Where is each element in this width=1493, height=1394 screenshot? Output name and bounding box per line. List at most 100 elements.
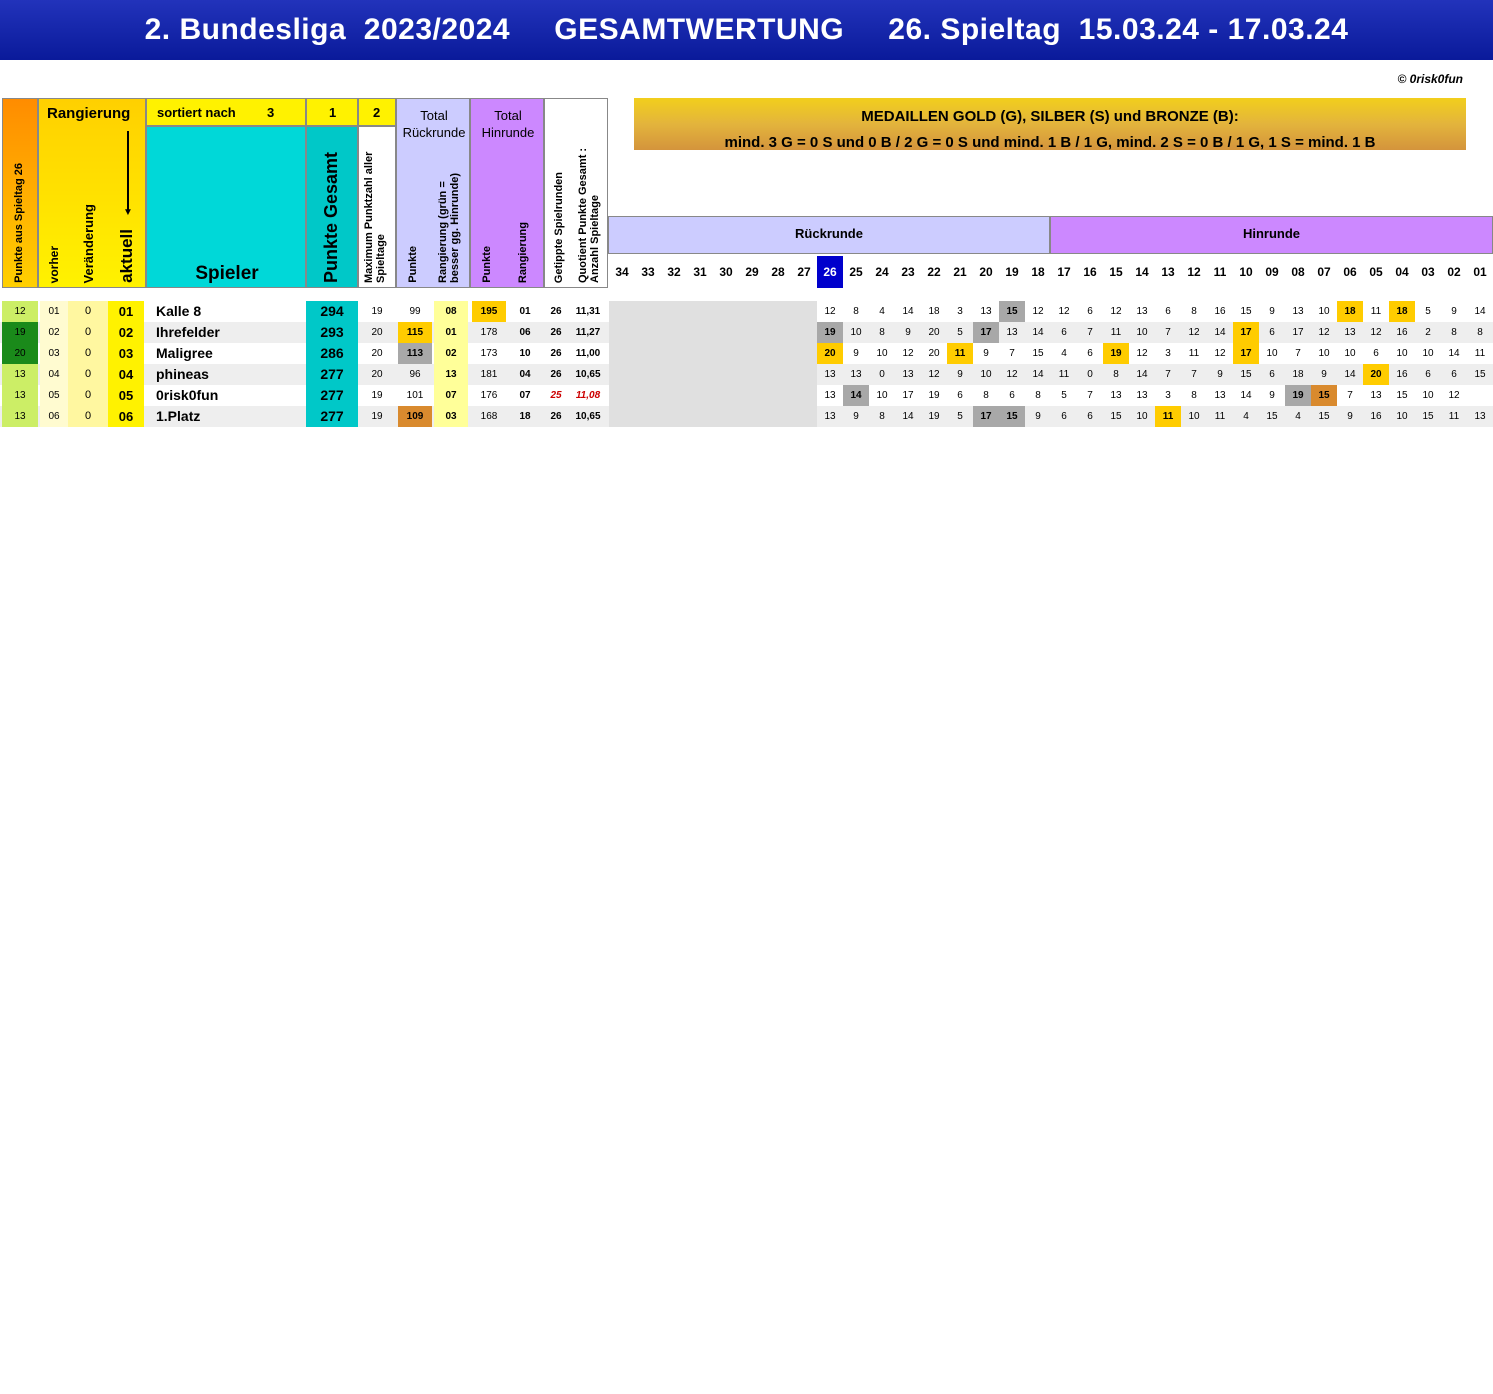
hinrunde-rang: 18: [519, 411, 531, 422]
matchday-cell: [1467, 385, 1493, 406]
max-punktzahl: 20: [371, 348, 383, 359]
matchday-cell: 12: [1006, 369, 1018, 380]
matchday-cell: [739, 343, 765, 364]
matchday-cell: 8: [879, 327, 885, 338]
matchday-cell: 19: [817, 322, 843, 343]
matchday-cell: 11: [1370, 306, 1382, 317]
getippte-runden: 26: [550, 369, 562, 380]
col-header-spieler: Spieler: [146, 126, 306, 288]
matchday-cell: 14: [1032, 327, 1044, 338]
rueckrunde-header: Rückrunde: [608, 216, 1050, 254]
hinrunde-rang: 07: [519, 390, 531, 401]
matchday-cell: [635, 301, 661, 322]
matchday-cell: 10: [1136, 327, 1148, 338]
matchday-cell: 8: [1451, 327, 1457, 338]
matchday-cell: 12: [902, 348, 914, 359]
matchday-cell: 13: [1136, 390, 1148, 401]
rang-aktuell: 02: [108, 322, 144, 343]
matchday-header: 23: [901, 265, 915, 279]
punkte-gesamt: 294: [306, 301, 358, 322]
matchday-cell: [635, 385, 661, 406]
matchday-cell: 8: [879, 411, 885, 422]
matchday-cell: 13: [1292, 306, 1304, 317]
matchday-cell: 20: [1363, 364, 1389, 385]
spieler-name: Ihrefelder: [156, 324, 220, 340]
matchday-cell: 19: [928, 390, 940, 401]
matchday-header: 03: [1421, 265, 1435, 279]
col-header-total-hinrunde: Total Hinrunde Punkte Rangierung: [470, 98, 544, 288]
matchday-cell: 8: [1477, 327, 1483, 338]
getippte-runden: 26: [550, 327, 562, 338]
matchday-cell: 13: [980, 306, 992, 317]
matchday-cell: 10: [1136, 411, 1148, 422]
matchday-cell: 15: [1032, 348, 1044, 359]
rueckrunde-rang: 07: [434, 385, 468, 406]
matchday-cell: 7: [1087, 327, 1093, 338]
punkte-gesamt: 277: [306, 406, 358, 427]
quotient: 11,27: [575, 327, 601, 338]
rang-veraenderung: 0: [68, 322, 108, 343]
rang-vorher: 03: [40, 343, 68, 364]
matchday-cell: 19: [928, 411, 940, 422]
matchday-header: 12: [1187, 265, 1201, 279]
punkte-gesamt: 293: [306, 322, 358, 343]
matchday-cell: 14: [1448, 348, 1460, 359]
spieltag-punkte: 20: [2, 343, 38, 364]
matchday-cell: 15: [1240, 306, 1252, 317]
matchday-cell: [791, 322, 817, 343]
matchday-cell: [609, 322, 635, 343]
spieler-name: 1.Platz: [156, 408, 201, 424]
matchday-cell: 9: [853, 348, 859, 359]
matchday-cell: 18: [1292, 369, 1304, 380]
matchday-cell: 13: [1136, 306, 1148, 317]
matchday-cell: 15: [999, 301, 1025, 322]
matchday-cell: 15: [1311, 385, 1337, 406]
matchday-header: 32: [667, 265, 681, 279]
rang-vorher: 04: [40, 364, 68, 385]
matchday-cell: 8: [983, 390, 989, 401]
matchday-cell: 8: [1113, 369, 1119, 380]
matchday-cell: 11: [1155, 406, 1181, 427]
rang-vorher: 05: [40, 385, 68, 406]
spieltag-punkte: 13: [2, 364, 38, 385]
matchday-header: 30: [719, 265, 733, 279]
copyright: © 0risk0fun: [1397, 72, 1463, 86]
spieltag-punkte: 19: [2, 322, 38, 343]
matchday-cell: 12: [928, 369, 940, 380]
matchday-cell: 6: [1425, 369, 1431, 380]
matchday-cell: 6: [1269, 369, 1275, 380]
matchday-cell: 6: [1269, 327, 1275, 338]
matchday-header: 20: [979, 265, 993, 279]
matchday-cell: 12: [1188, 327, 1200, 338]
hinrunde-punkte: 176: [480, 390, 498, 401]
matchday-cell: 14: [1240, 390, 1252, 401]
quotient: 10,65: [575, 369, 601, 380]
matchday-cell: 12: [1032, 306, 1044, 317]
matchday-cell: 10: [1396, 348, 1408, 359]
aktuell-label: aktuell: [117, 229, 136, 283]
getippte-runden: 26: [550, 411, 562, 422]
matchday-header: 15: [1109, 265, 1123, 279]
sort-2: 2: [358, 98, 396, 126]
matchday-cell: 6: [1009, 390, 1015, 401]
medal-rules: MEDAILLEN GOLD (G), SILBER (S) und BRONZ…: [634, 98, 1466, 151]
matchday-cell: 15: [1396, 390, 1408, 401]
matchday-cell: [739, 406, 765, 427]
matchday-cell: 20: [817, 343, 843, 364]
matchday-cell: [713, 364, 739, 385]
matchday-cell: 9: [983, 348, 989, 359]
matchday-cell: [661, 343, 687, 364]
matchday-cell: 12: [824, 306, 836, 317]
rueckrunde-punkte: 101: [406, 390, 424, 401]
matchday-cell: 12: [1214, 348, 1226, 359]
matchday-cell: 6: [1165, 306, 1171, 317]
matchday-cell: 10: [1266, 348, 1278, 359]
rueckrunde-punkte: 99: [409, 306, 421, 317]
hinrunde-rang: 06: [519, 327, 531, 338]
hinrunde-rang: 04: [519, 369, 531, 380]
matchday-cell: [739, 385, 765, 406]
matchday-cell: 3: [1165, 348, 1171, 359]
matchday-cell: [687, 322, 713, 343]
matchday-cell: 14: [1136, 369, 1148, 380]
rueckrunde-punkte: 109: [398, 406, 432, 427]
